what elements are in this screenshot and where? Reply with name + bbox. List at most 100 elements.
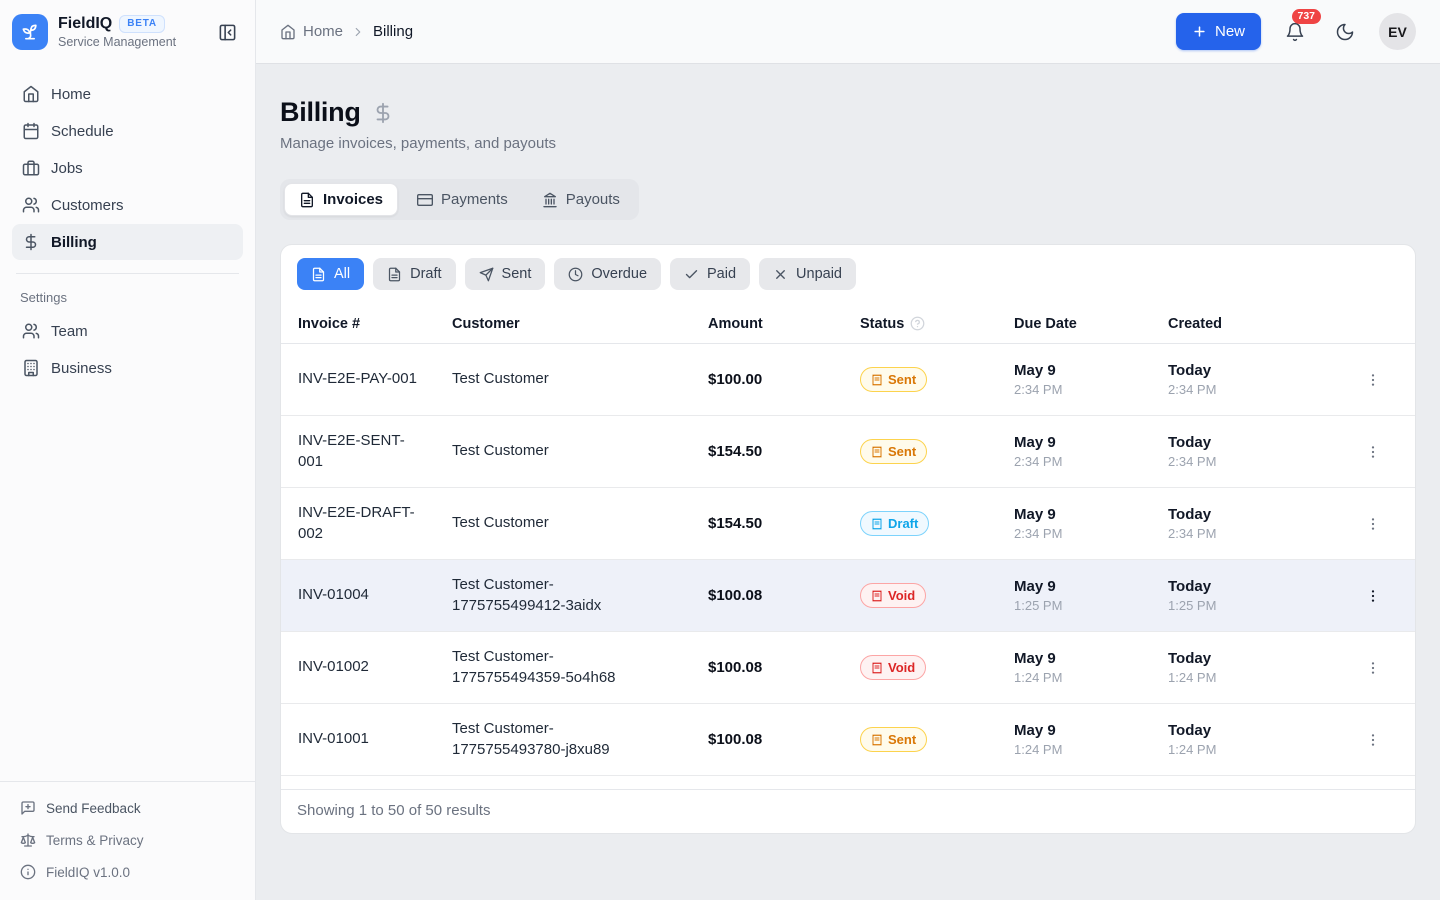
created-cell: Today1:24 PM <box>1168 650 1359 685</box>
status-filters: All Draft Sent Overdue Paid <box>281 245 1415 304</box>
footer-link-label: Terms & Privacy <box>46 833 144 848</box>
invoice-amount: $100.00 <box>708 371 860 388</box>
filter-sent[interactable]: Sent <box>465 258 546 290</box>
row-actions-button[interactable] <box>1359 438 1387 466</box>
sidebar-item-customers[interactable]: Customers <box>12 187 243 223</box>
row-actions-button[interactable] <box>1359 366 1387 394</box>
status-badge: Void <box>860 583 926 609</box>
breadcrumb-home-link[interactable]: Home <box>280 23 343 40</box>
avatar-initials: EV <box>1388 24 1407 40</box>
customer-name: Test Customer <box>452 441 708 461</box>
help-circle-icon[interactable] <box>910 316 925 331</box>
new-button[interactable]: New <box>1176 13 1261 50</box>
notifications-button[interactable]: 737 <box>1279 16 1311 48</box>
scale-icon <box>20 832 36 848</box>
receipt-icon <box>871 374 883 386</box>
clipped-next-row <box>281 776 1415 790</box>
users-icon <box>22 196 40 214</box>
customer-name: Test Customer <box>452 513 708 533</box>
filter-label: All <box>334 266 350 282</box>
invoice-amount: $100.08 <box>708 587 860 604</box>
created-cell: Today1:25 PM <box>1168 578 1359 613</box>
customer-name: Test Customer <box>452 369 708 389</box>
sidebar-item-billing[interactable]: Billing <box>12 224 243 260</box>
table-row[interactable]: INV-E2E-PAY-001 Test Customer $100.00 Se… <box>281 344 1415 416</box>
sidebar-item-jobs[interactable]: Jobs <box>12 150 243 186</box>
billing-tabs: Invoices Payments Payouts <box>280 179 639 220</box>
info-icon <box>20 864 36 880</box>
due-date-cell: May 91:25 PM <box>1014 578 1168 613</box>
filter-overdue[interactable]: Overdue <box>554 258 661 290</box>
sidebar-item-home[interactable]: Home <box>12 76 243 112</box>
due-date-cell: May 92:34 PM <box>1014 506 1168 541</box>
plus-icon <box>1192 24 1207 39</box>
receipt-icon <box>871 734 883 746</box>
receipt-icon <box>871 446 883 458</box>
receipt-icon <box>871 662 883 674</box>
table-row[interactable]: INV-01004 Test Customer-1775755499412-3a… <box>281 560 1415 632</box>
dark-mode-toggle[interactable] <box>1329 16 1361 48</box>
filter-paid[interactable]: Paid <box>670 258 750 290</box>
file-text-icon <box>387 267 402 282</box>
sidebar-settings-nav: Team Business <box>0 313 255 387</box>
avatar[interactable]: EV <box>1379 13 1416 50</box>
file-text-icon <box>299 192 315 208</box>
filter-label: Unpaid <box>796 266 842 282</box>
tab-payments[interactable]: Payments <box>402 183 523 216</box>
calendar-icon <box>22 122 40 140</box>
receipt-icon <box>871 590 883 602</box>
due-date-cell: May 91:24 PM <box>1014 722 1168 757</box>
dollar-icon <box>372 102 394 124</box>
building-icon <box>22 359 40 377</box>
beta-badge: BETA <box>119 15 165 33</box>
row-actions-button[interactable] <box>1359 654 1387 682</box>
sidebar-item-label: Customers <box>51 197 124 214</box>
file-text-icon <box>311 267 326 282</box>
sidebar-divider <box>16 273 239 274</box>
send-icon <box>479 267 494 282</box>
home-icon <box>22 85 40 103</box>
table-row[interactable]: INV-01001 Test Customer-1775755493780-j8… <box>281 704 1415 776</box>
tab-payouts[interactable]: Payouts <box>527 183 635 216</box>
sidebar-collapse-button[interactable] <box>214 19 241 46</box>
table-row[interactable]: INV-01002 Test Customer-1775755494359-5o… <box>281 632 1415 704</box>
invoice-amount: $100.08 <box>708 731 860 748</box>
invoice-amount: $154.50 <box>708 443 860 460</box>
message-plus-icon <box>20 800 36 816</box>
send-feedback-link[interactable]: Send Feedback <box>12 792 243 824</box>
table-row[interactable]: INV-E2E-SENT-001 Test Customer $154.50 S… <box>281 416 1415 488</box>
breadcrumb-current: Billing <box>373 23 413 40</box>
sidebar-item-business[interactable]: Business <box>12 350 243 386</box>
table-row[interactable]: INV-E2E-DRAFT-002 Test Customer $154.50 … <box>281 488 1415 560</box>
row-actions-button[interactable] <box>1359 726 1387 754</box>
invoice-number: INV-E2E-PAY-001 <box>298 369 452 389</box>
row-actions-button[interactable] <box>1359 582 1387 610</box>
filter-all[interactable]: All <box>297 258 364 290</box>
new-button-label: New <box>1215 23 1245 40</box>
filter-unpaid[interactable]: Unpaid <box>759 258 856 290</box>
status-badge: Sent <box>860 439 927 465</box>
col-header-due-date: Due Date <box>1014 316 1168 332</box>
sidebar-item-team[interactable]: Team <box>12 313 243 349</box>
status-badge: Void <box>860 655 926 681</box>
filter-draft[interactable]: Draft <box>373 258 455 290</box>
tab-invoices[interactable]: Invoices <box>284 183 398 216</box>
clock-icon <box>568 267 583 282</box>
filter-label: Overdue <box>591 266 647 282</box>
sidebar-item-schedule[interactable]: Schedule <box>12 113 243 149</box>
settings-section-label: Settings <box>0 286 255 313</box>
chevron-right-icon <box>351 25 365 39</box>
status-label: Sent <box>888 372 916 388</box>
row-actions-button[interactable] <box>1359 510 1387 538</box>
customer-name: Test Customer-1775755493780-j8xu89 <box>452 719 708 760</box>
terms-privacy-link[interactable]: Terms & Privacy <box>12 824 243 856</box>
col-header-amount: Amount <box>708 316 860 332</box>
created-cell: Today2:34 PM <box>1168 362 1359 397</box>
sidebar: FieldIQ BETA Service Management Home Sch… <box>0 0 256 900</box>
dollar-icon <box>22 233 40 251</box>
status-label: Sent <box>888 732 916 748</box>
tab-label: Payments <box>441 191 508 208</box>
created-cell: Today2:34 PM <box>1168 506 1359 541</box>
status-badge: Sent <box>860 367 927 393</box>
sidebar-item-label: Home <box>51 86 91 103</box>
